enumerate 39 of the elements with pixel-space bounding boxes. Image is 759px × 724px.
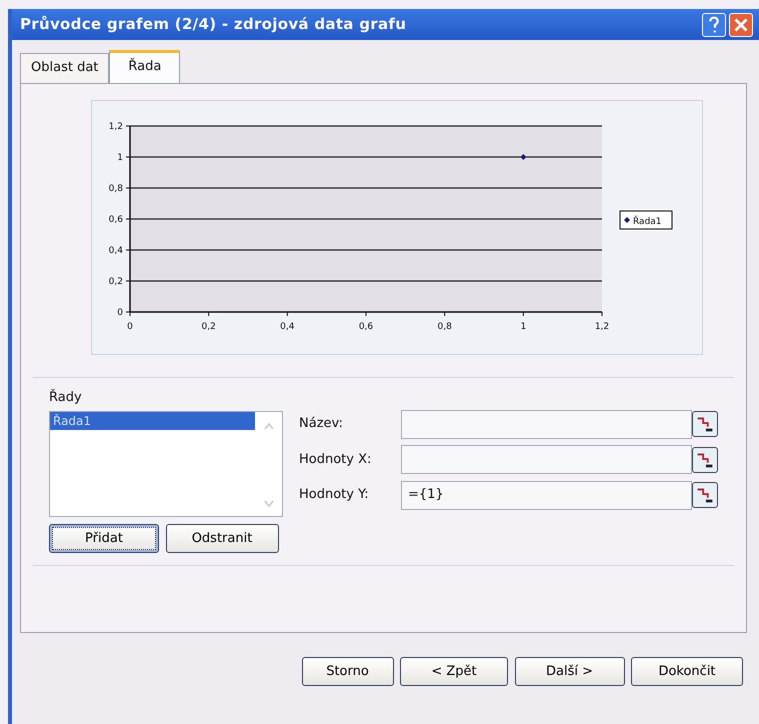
next-button[interactable]: Další >	[514, 656, 624, 686]
y-tick-label: 0,6	[108, 214, 123, 224]
y-tick-label: 0	[117, 308, 123, 318]
close-icon[interactable]	[729, 12, 753, 36]
legend-label: Řada1	[633, 214, 662, 226]
add-button[interactable]: Přidat	[49, 524, 159, 553]
field-label: Hodnoty X:	[299, 450, 372, 469]
x-tick-label: 0,2	[202, 322, 216, 332]
y-tick-label: 0,8	[108, 184, 123, 194]
y-tick-label: 0,2	[108, 276, 123, 286]
range-select-icon[interactable]	[692, 446, 718, 472]
help-icon[interactable]	[702, 12, 726, 36]
cancel-button[interactable]: Storno	[302, 656, 394, 686]
field-label: Hodnoty Y:	[299, 486, 370, 504]
remove-button[interactable]: Odstranit	[166, 524, 278, 553]
input-field[interactable]	[401, 445, 692, 474]
x-tick-label: 1,2	[594, 322, 610, 332]
tab[interactable]: Řada	[109, 50, 180, 82]
range-select-icon[interactable]	[692, 482, 718, 508]
tab[interactable]: Oblast dat	[20, 53, 110, 82]
y-tick-label: 1,2	[108, 122, 123, 132]
y-tick-label: 1	[117, 152, 123, 162]
x-tick-label: 0,6	[358, 322, 374, 332]
y-tick-label: 0,4	[108, 246, 123, 256]
back-button[interactable]: < Zpět	[400, 656, 508, 686]
x-tick-label: 1	[520, 322, 526, 332]
list-item[interactable]: Řada1	[50, 412, 255, 430]
x-tick-label: 0	[127, 322, 133, 332]
input-field[interactable]: ={1}	[401, 480, 692, 510]
field-label: Název:	[299, 415, 344, 434]
x-tick-label: 0,4	[280, 322, 294, 332]
finish-button[interactable]: Dokončit	[631, 656, 743, 686]
input-field[interactable]	[401, 410, 692, 438]
series-listbox[interactable]: Řada1	[49, 411, 283, 517]
window-title: Průvodce grafem (2/4) - zdrojová data grafu	[20, 14, 408, 36]
series-label: Řady	[49, 388, 83, 406]
x-tick-label: 0,8	[438, 322, 452, 332]
range-select-icon[interactable]	[692, 411, 718, 437]
legend: Řada1	[620, 210, 672, 229]
